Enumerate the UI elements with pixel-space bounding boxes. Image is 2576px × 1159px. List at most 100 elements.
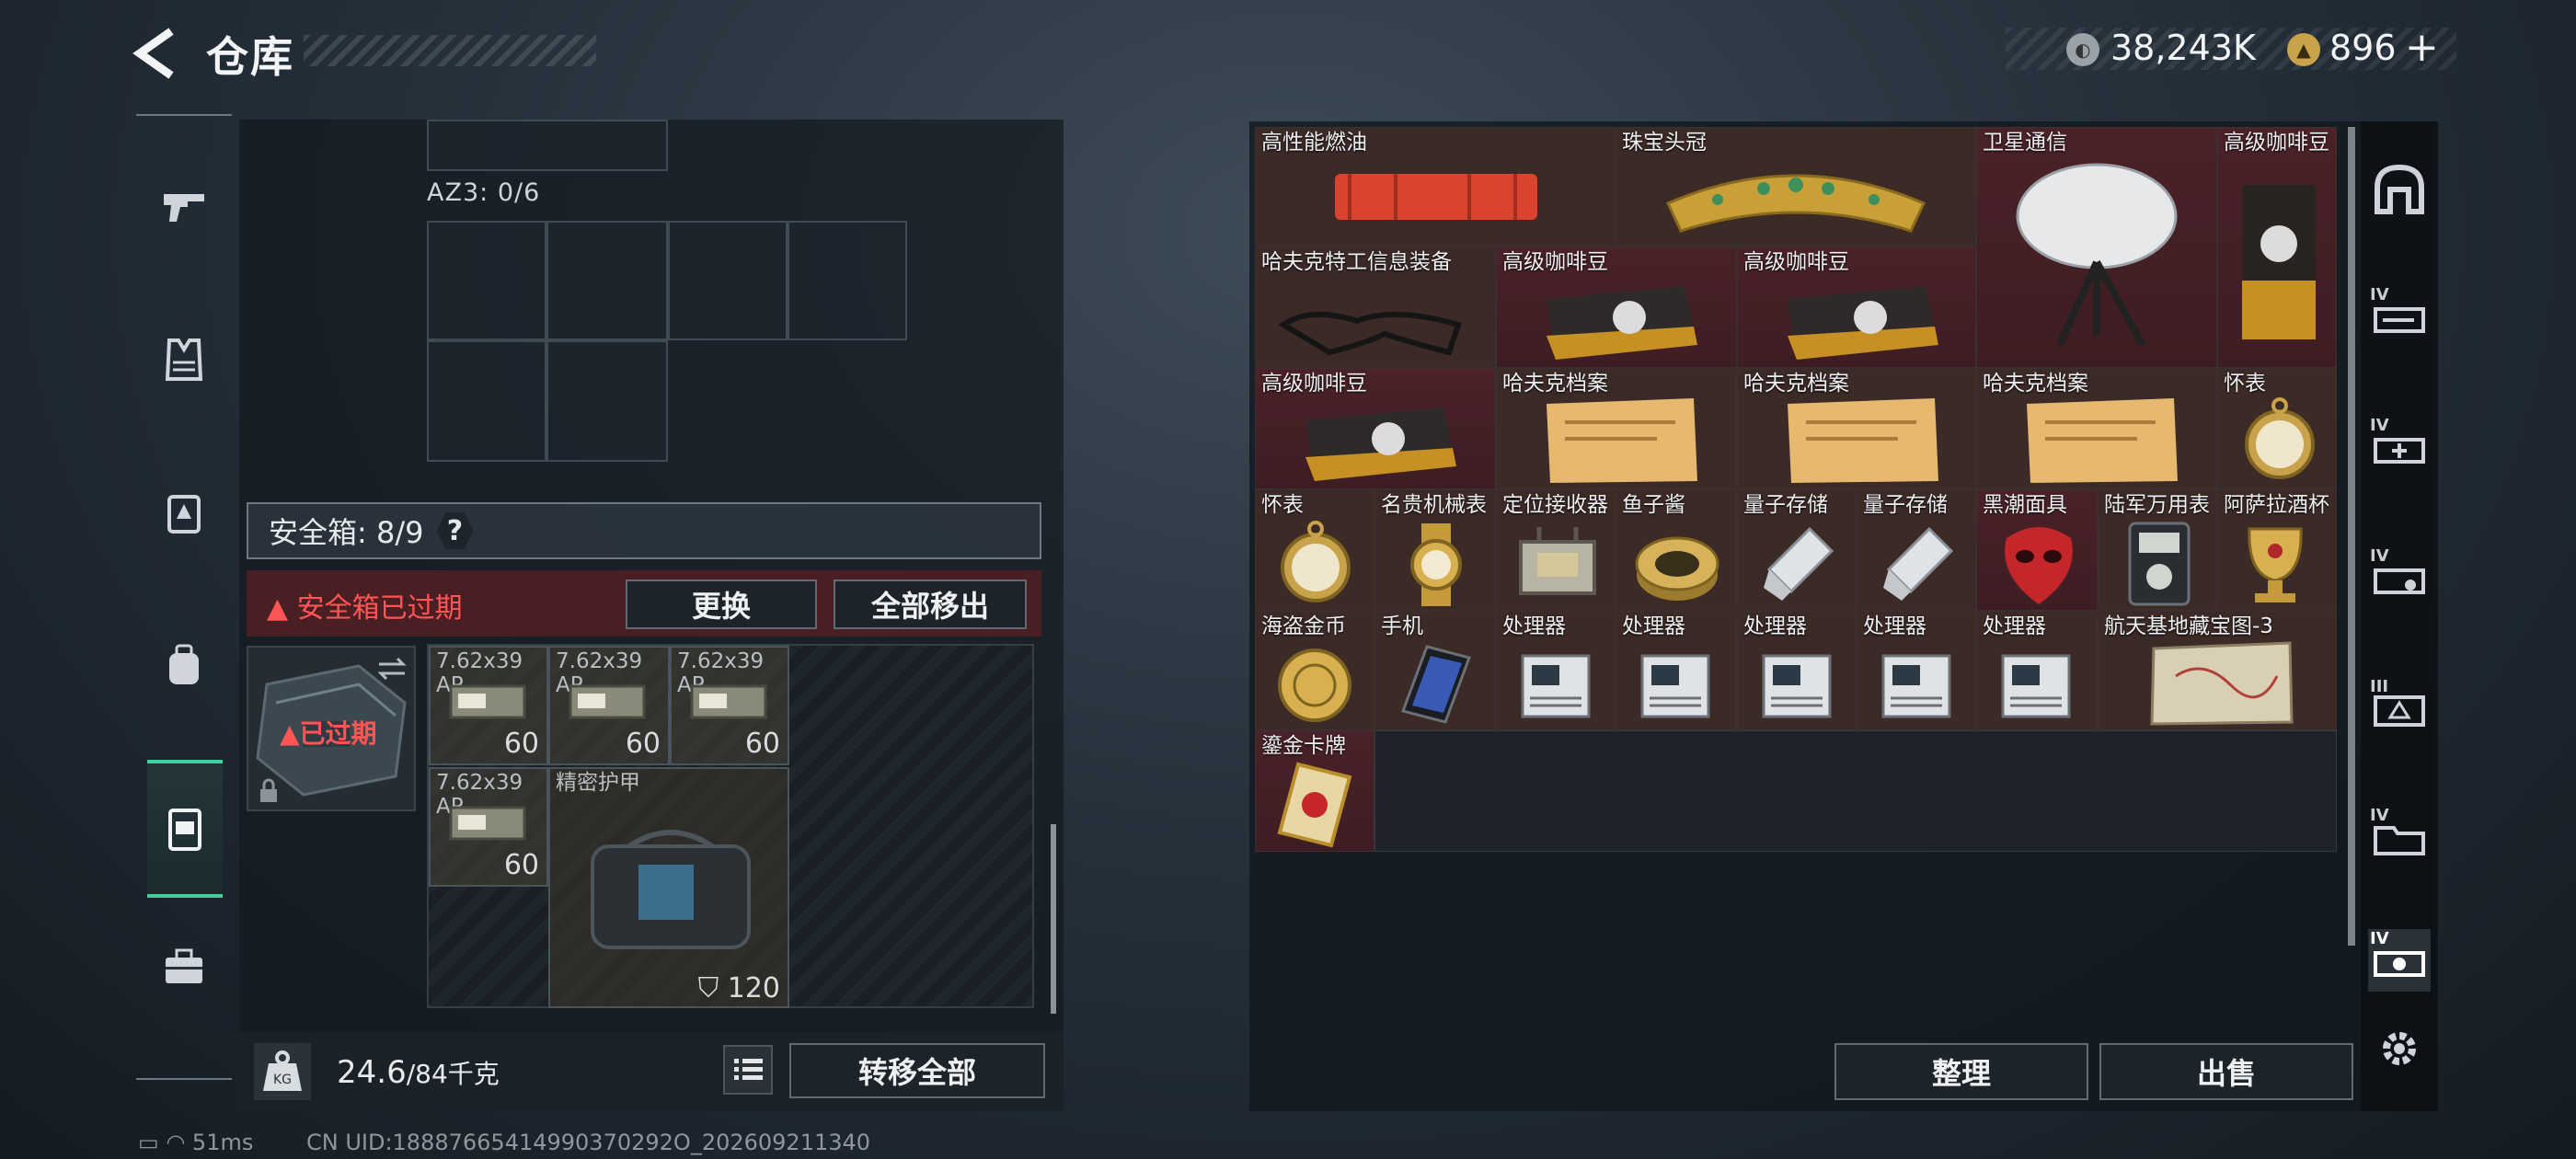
stash-item[interactable]: 航天基地藏宝图-3 [2098,611,2337,730]
item-label: 手机 [1381,614,1423,638]
stash-item[interactable]: 怀表 [2217,368,2337,489]
stash-item[interactable]: 定位接收器 [1496,489,1616,611]
equipment-rail [136,114,232,1080]
stash-item[interactable]: 手机 [1374,611,1496,730]
jeweled-tiara-icon [1665,174,1926,233]
safebox-case[interactable]: ▲已过期 [247,646,416,811]
stash-item[interactable]: 阿萨拉酒杯 [2217,489,2337,611]
stash-item[interactable]: 海盗金币 [1255,611,1374,730]
grid-slot[interactable] [427,120,668,171]
silver-coin-icon: ◐ [2066,33,2099,66]
warning-icon: ▲ [280,718,300,749]
document-folder-icon [2027,398,2178,483]
stash-item[interactable]: 哈夫克特工信息装备 [1255,247,1496,368]
wristwatch-icon [1410,523,1462,606]
stash-tab-6[interactable]: IV [2368,929,2431,992]
stash-item[interactable]: 珠宝头冠 [1616,127,1976,247]
replace-button[interactable]: 更换 [626,580,817,629]
ammo-item[interactable]: 7.62x39 AP 60 [429,646,548,765]
item-label: 鱼子酱 [1622,493,1685,517]
stash-item[interactable]: 处理器 [1857,611,1976,730]
stash-tab-4[interactable]: III [2368,677,2431,740]
fuel-canister-icon [1335,174,1537,220]
coffee-box-icon [1305,407,1456,481]
briefcase-tab[interactable] [136,898,232,1036]
stash-item[interactable]: 处理器 [1616,611,1737,730]
add-currency-button[interactable]: + [2405,24,2439,71]
empty-slot[interactable] [1374,730,2337,852]
item-label: 哈夫克档案 [1743,372,1849,396]
stash-item[interactable]: 处理器 [1976,611,2098,730]
stash-item[interactable]: 鱼子酱 [1616,489,1737,611]
stash-item[interactable]: 卫星通信 [1976,127,2217,368]
az3-slot[interactable] [427,221,546,340]
ammo-item[interactable]: 7.62x39 AP 60 [429,767,548,887]
sell-button[interactable]: 出售 [2099,1043,2353,1100]
stash-item[interactable]: 哈夫克档案 [1976,368,2217,489]
backpack-tab[interactable] [136,596,232,734]
stash-item[interactable]: 高级咖啡豆 [1737,247,1976,368]
stash-tab-1[interactable]: IV [2368,285,2431,348]
safebox-capacity: 安全箱: 8/9 [269,515,424,550]
coffee-bag-icon [2242,185,2316,339]
stash-tab-2[interactable]: IV [2368,416,2431,478]
list-view-button[interactable] [723,1045,773,1095]
chest-rig-tab[interactable] [136,443,232,581]
ammo-item[interactable]: 7.62x39 AP 60 [670,646,789,765]
stash-item[interactable]: 陆军万用表 [2098,489,2217,611]
svg-text:KG: KG [273,1073,292,1087]
right-scrollbar[interactable] [2348,127,2355,946]
coffee-box-icon [1788,286,1938,360]
ammo-item[interactable]: 7.62x39 AP 60 [548,646,670,765]
az3-slot[interactable] [788,221,907,340]
sort-button[interactable]: 整理 [1834,1043,2088,1100]
az3-slot[interactable] [427,340,546,462]
stash-item[interactable]: 高级咖啡豆 [1255,368,1496,489]
stash-item[interactable]: 哈夫克档案 [1737,368,1976,489]
stash-item[interactable]: 量子存储 [1737,489,1857,611]
settings-button[interactable] [2368,1017,2431,1080]
usb-drive-icon [1883,526,1954,601]
expired-badge: ▲已过期 [280,718,377,749]
stash-item[interactable]: 名贵机械表 [1374,489,1496,611]
az3-slot[interactable] [546,340,668,462]
stash-item[interactable]: 哈夫克档案 [1496,368,1737,489]
item-label: 怀表 [1261,493,1304,517]
safebox-grid: 7.62x39 AP 60 7.62x39 AP 60 7.62x39 AP 6… [427,644,1034,1008]
stash-item[interactable]: 处理器 [1737,611,1857,730]
stash-item[interactable]: 高级咖啡豆 [1496,247,1737,368]
armor-tab[interactable] [136,291,232,429]
help-button[interactable]: ? [436,512,474,549]
stash-item[interactable]: 黑潮面具 [1976,489,2098,611]
item-label: 珠宝头冠 [1622,131,1707,155]
stash-item[interactable]: 鎏金卡牌 [1255,730,1374,852]
stash-item[interactable]: 量子存储 [1857,489,1976,611]
all-stash-tab[interactable] [2368,158,2431,221]
stash-item[interactable]: 处理器 [1496,611,1616,730]
move-all-out-button[interactable]: 全部移出 [834,580,1027,629]
silver-currency-value: 38,243K [2110,28,2256,68]
locator-receiver-icon [1519,527,1596,595]
az3-slot[interactable] [668,221,788,340]
weapon-tab[interactable] [136,138,232,276]
az3-slot[interactable] [546,221,668,340]
item-label: 哈夫克档案 [1983,372,2088,396]
swap-icon[interactable] [375,655,408,683]
stash-tab-3[interactable]: IV [2368,546,2431,609]
stash-tab-5[interactable]: IV [2368,806,2431,868]
satellite-dish-icon [2016,163,2178,347]
stash-item[interactable]: 高级咖啡豆 [2217,127,2337,368]
left-scrollbar[interactable] [1051,824,1056,1014]
briefcase-icon [166,948,202,983]
item-label: 处理器 [1502,614,1566,638]
stash-item[interactable]: 高性能燃油 [1255,127,1616,247]
transfer-all-button[interactable]: 转移全部 [789,1043,1045,1098]
list-icon [734,1059,763,1080]
back-arrow-icon[interactable] [131,28,186,79]
stash-item[interactable]: 怀表 [1255,489,1374,611]
safebox-header: 安全箱: 8/9 ? [247,502,1041,559]
armor-item[interactable]: 精密护甲 ⛉ 120 [548,767,789,1008]
safe-box-tab[interactable] [147,760,223,898]
item-label: 黑潮面具 [1983,493,2067,517]
title-decoration [304,35,596,66]
